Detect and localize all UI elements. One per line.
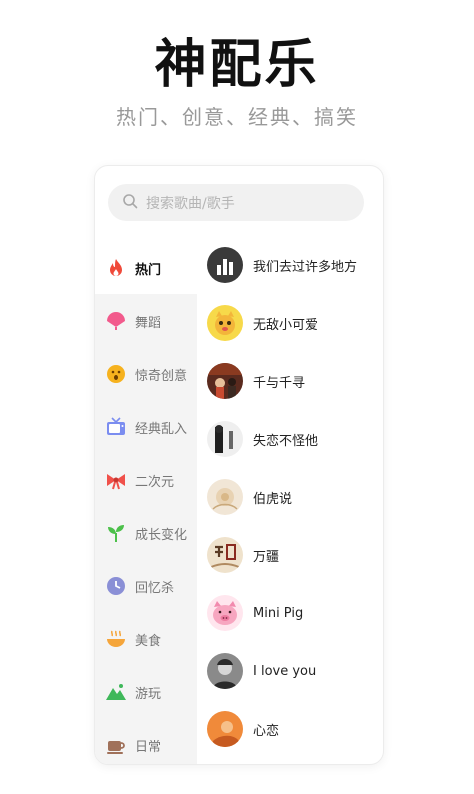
song-item[interactable]: 伯虎说 <box>197 468 383 526</box>
category-label: 成长变化 <box>135 527 188 543</box>
category-travel[interactable]: 游玩 <box>95 666 197 718</box>
category-food[interactable]: 美食 <box>95 613 197 665</box>
category-label: 日常 <box>135 739 162 755</box>
song-title: 失恋不怪他 <box>253 433 319 449</box>
song-title: Mini Pig <box>253 605 304 621</box>
category-label: 经典乱入 <box>135 421 188 437</box>
coffee-cup-icon <box>105 734 127 756</box>
song-title: 心恋 <box>253 723 280 739</box>
category-daily[interactable]: 日常 <box>95 719 197 764</box>
fan-icon <box>105 310 127 332</box>
category-label: 美食 <box>135 633 162 649</box>
category-hot[interactable]: 热门 <box>95 242 197 294</box>
tv-icon <box>105 416 127 438</box>
song-cover <box>207 711 243 747</box>
mountain-icon <box>105 681 127 703</box>
category-label: 二次元 <box>135 474 175 490</box>
song-item[interactable]: 无敌小可爱 <box>197 294 383 352</box>
category-label: 舞蹈 <box>135 315 162 331</box>
app-title: 神配乐 <box>154 34 320 95</box>
app-tagline: 热门、创意、经典、搞笑 <box>116 105 358 129</box>
bowl-icon <box>105 628 127 650</box>
bow-icon <box>105 469 127 491</box>
song-cover <box>207 363 243 399</box>
song-item[interactable]: Mini Pig <box>197 584 383 642</box>
category-classic[interactable]: 经典乱入 <box>95 401 197 453</box>
flame-icon <box>105 257 127 279</box>
search-icon <box>122 193 138 213</box>
song-item[interactable]: I love you <box>197 642 383 700</box>
category-sidebar: 热门 舞蹈 惊奇创意 经典乱入 二次元 成长变化 回忆杀 美食 游玩 日常 <box>95 236 197 764</box>
search-input[interactable]: 搜索歌曲/歌手 <box>108 184 364 221</box>
song-item[interactable]: 心恋 <box>197 700 383 758</box>
clock-icon <box>105 575 127 597</box>
music-picker-card: 搜索歌曲/歌手 热门 舞蹈 惊奇创意 经典乱入 二次元 成长变化 回忆杀 美食 … <box>94 165 384 765</box>
song-cover <box>207 595 243 631</box>
category-label: 游玩 <box>135 686 162 702</box>
song-title: 无敌小可爱 <box>253 317 319 333</box>
song-list: 我们去过许多地方 无敌小可爱 千与千寻 失恋不怪他 伯虎说 万疆 Mini Pi… <box>197 236 383 764</box>
song-title: 我们去过许多地方 <box>253 259 358 275</box>
song-cover <box>207 479 243 515</box>
song-cover <box>207 537 243 573</box>
song-title: 千与千寻 <box>253 375 306 391</box>
song-title: 万疆 <box>253 549 280 565</box>
song-cover <box>207 247 243 283</box>
song-title: 伯虎说 <box>253 491 293 507</box>
song-cover <box>207 305 243 341</box>
category-creative[interactable]: 惊奇创意 <box>95 348 197 400</box>
category-growth[interactable]: 成长变化 <box>95 507 197 559</box>
song-item[interactable]: 万疆 <box>197 526 383 584</box>
promo-page: 神配乐 热门、创意、经典、搞笑 搜索歌曲/歌手 热门 舞蹈 惊奇创意 经典乱入 … <box>0 0 474 794</box>
song-item[interactable]: 我们去过许多地方 <box>197 236 383 294</box>
category-label: 热门 <box>135 262 162 278</box>
song-cover <box>207 653 243 689</box>
search-placeholder: 搜索歌曲/歌手 <box>146 195 235 212</box>
song-cover <box>207 421 243 457</box>
category-dance[interactable]: 舞蹈 <box>95 295 197 347</box>
category-label: 惊奇创意 <box>135 368 188 384</box>
sprout-icon <box>105 522 127 544</box>
song-title: I love you <box>253 663 317 679</box>
song-item[interactable]: 千与千寻 <box>197 352 383 410</box>
surprised-face-icon <box>105 363 127 385</box>
category-label: 回忆杀 <box>135 580 175 596</box>
category-memories[interactable]: 回忆杀 <box>95 560 197 612</box>
category-anime[interactable]: 二次元 <box>95 454 197 506</box>
song-item[interactable]: 失恋不怪他 <box>197 410 383 468</box>
